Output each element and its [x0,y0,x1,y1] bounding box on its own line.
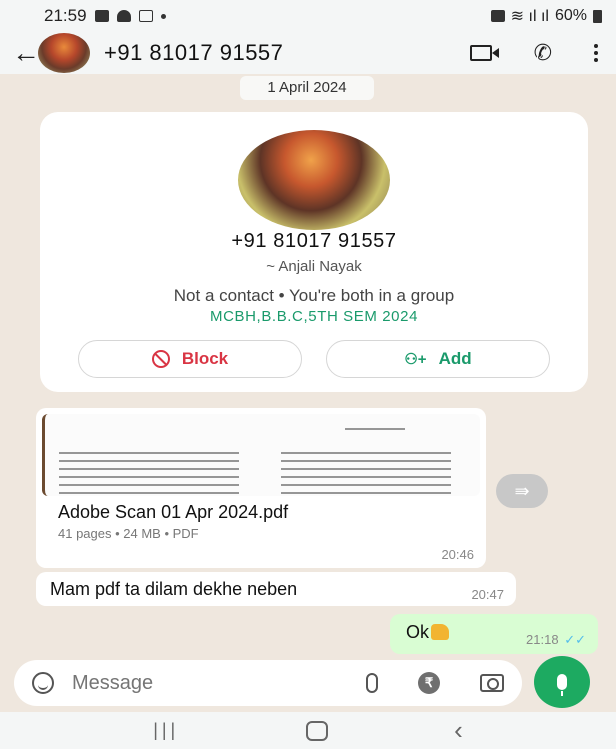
status-time: 21:59 [44,6,87,25]
chat-header: ← +91 81017 91557 ✆ [0,32,616,74]
contact-alias: ~ Anjali Nayak [266,258,362,275]
app-notification-icon [138,10,153,22]
block-label: Block [181,349,229,368]
contact-phone: +91 81017 91557 [231,230,397,252]
outgoing-message[interactable]: Ok 21:18 ✓✓ [390,614,598,654]
battery-icon [593,9,602,23]
message-composer: ₹ [14,660,522,706]
date-chip: 1 April 2024 [240,76,374,100]
contact-avatar[interactable] [238,130,390,230]
cloud-notification-icon [116,10,131,22]
message-text: Mam pdf ta dilam dekhe neben [50,579,298,599]
mic-icon [557,674,567,696]
message-input[interactable] [72,671,282,695]
add-user-icon: ⚇+ [404,351,427,368]
more-notifications-icon [160,13,166,19]
message-time: 21:18 [526,632,559,647]
home-icon[interactable] [305,720,328,741]
voice-call-icon[interactable]: ✆ [534,40,552,66]
contact-note: Not a contact • You're both in a group [173,286,455,305]
attach-icon[interactable] [366,673,378,693]
camera-icon[interactable] [480,674,504,692]
gallery-notification-icon [94,10,109,22]
rupee-icon[interactable]: ₹ [418,672,440,694]
nav-back-icon[interactable]: ‹ [454,715,463,746]
system-nav-bar: ||| ‹ [0,712,616,749]
incoming-message[interactable]: Mam pdf ta dilam dekhe neben 20:47 [36,572,516,606]
avatar[interactable] [38,33,90,73]
document-preview[interactable] [42,414,480,496]
battery-percent: 60% [554,7,587,24]
block-icon [151,350,170,368]
document-name: Adobe Scan 01 Apr 2024.pdf [58,502,289,522]
chat-title[interactable]: +91 81017 91557 [104,40,283,66]
signal-icon: ≋ ıl ıl [510,8,549,25]
message-time: 20:47 [471,587,504,602]
document-meta: 41 pages • 24 MB • PDF [58,526,199,541]
message-text: Ok [406,622,430,642]
block-button[interactable]: Block [78,340,302,378]
forward-icon[interactable]: ⇛ [496,474,548,508]
recents-icon[interactable]: ||| [153,720,179,741]
video-call-icon[interactable] [469,45,499,61]
silent-icon [490,10,505,22]
emoji-icon[interactable] [32,672,54,694]
mic-button[interactable] [534,656,590,708]
menu-icon[interactable] [594,44,598,62]
message-time: 20:46 [441,547,474,562]
add-button[interactable]: ⚇+ Add [326,340,550,378]
back-arrow-icon[interactable]: ← [12,39,40,67]
group-link[interactable]: MCBH,B.B.C,5TH SEM 2024 [40,308,588,325]
status-bar: 21:59 ≋ ıl ıl 60% [0,0,616,32]
document-message[interactable]: Adobe Scan 01 Apr 2024.pdf 41 pages • 24… [36,408,486,568]
add-label: Add [438,349,472,368]
thumbs-up-emoji-icon [431,624,450,640]
contact-info-card: +91 81017 91557 ~ Anjali Nayak Not a con… [40,112,588,392]
message-time-wrap: 21:18 ✓✓ [526,632,586,648]
read-ticks-icon: ✓✓ [564,632,586,647]
